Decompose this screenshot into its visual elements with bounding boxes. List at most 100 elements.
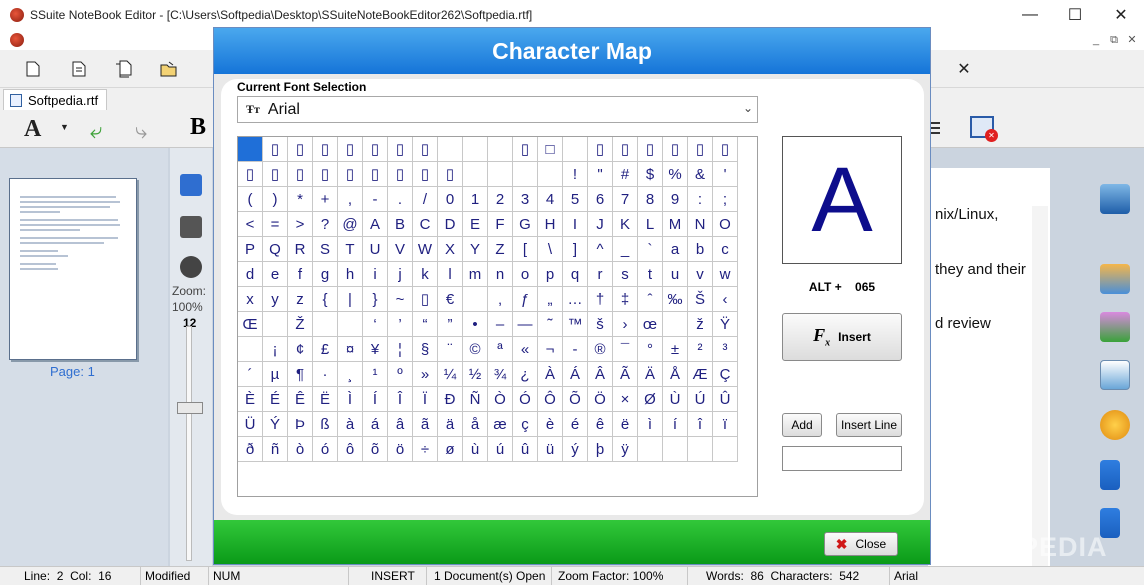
char-cell[interactable]: Û	[713, 387, 738, 412]
char-cell[interactable]: Ý	[263, 412, 288, 437]
char-cell[interactable]: 4	[538, 187, 563, 212]
tab-softpedia-rtf[interactable]: Softpedia.rtf	[3, 89, 107, 111]
char-cell[interactable]: ▯	[363, 137, 388, 162]
insert-image-icon[interactable]	[1100, 312, 1130, 342]
char-cell[interactable]: 5	[563, 187, 588, 212]
char-cell[interactable]: •	[463, 312, 488, 337]
char-cell[interactable]: _	[613, 237, 638, 262]
char-cell[interactable]: ¬	[538, 337, 563, 362]
char-cell[interactable]: ▯	[613, 137, 638, 162]
smiley-icon[interactable]	[1100, 410, 1130, 440]
char-cell[interactable]: c	[713, 237, 738, 262]
char-cell[interactable]: x	[238, 287, 263, 312]
char-cell[interactable]: í	[663, 412, 688, 437]
char-cell[interactable]: Z	[488, 237, 513, 262]
char-cell[interactable]: ˜	[538, 312, 563, 337]
char-cell[interactable]: Ê	[288, 387, 313, 412]
char-cell[interactable]: X	[438, 237, 463, 262]
vertical-scrollbar[interactable]	[1032, 206, 1048, 566]
redo-icon[interactable]: ⤷	[135, 118, 147, 144]
char-cell[interactable]	[638, 437, 663, 462]
char-cell[interactable]: ;	[713, 187, 738, 212]
char-cell[interactable]: ▯	[363, 162, 388, 187]
comments-icon[interactable]	[180, 216, 202, 238]
char-cell[interactable]: ·	[313, 362, 338, 387]
char-cell[interactable]: þ	[588, 437, 613, 462]
char-cell[interactable]: 6	[588, 187, 613, 212]
char-cell[interactable]: m	[463, 262, 488, 287]
char-cell[interactable]: H	[538, 212, 563, 237]
char-cell[interactable]: l	[438, 262, 463, 287]
char-cell[interactable]: Þ	[288, 412, 313, 437]
zoom-slider[interactable]	[186, 326, 192, 561]
char-cell[interactable]: z	[288, 287, 313, 312]
char-cell[interactable]: ‘	[363, 312, 388, 337]
char-cell[interactable]: s	[613, 262, 638, 287]
char-cell[interactable]: º	[388, 362, 413, 387]
char-cell[interactable]: Á	[563, 362, 588, 387]
char-cell[interactable]: ▯	[388, 162, 413, 187]
char-cell[interactable]: À	[538, 362, 563, 387]
char-cell[interactable]: q	[563, 262, 588, 287]
char-cell[interactable]: B	[388, 212, 413, 237]
char-cell[interactable]: 1	[463, 187, 488, 212]
char-cell[interactable]	[538, 162, 563, 187]
new-document-icon[interactable]	[22, 58, 44, 80]
char-cell[interactable]: }	[363, 287, 388, 312]
notepad-icon[interactable]	[1100, 360, 1130, 390]
char-cell[interactable]: 7	[613, 187, 638, 212]
char-cell[interactable]: f	[288, 262, 313, 287]
char-cell[interactable]	[463, 137, 488, 162]
char-cell[interactable]: ù	[463, 437, 488, 462]
char-cell[interactable]: D	[438, 212, 463, 237]
zoom-slider-thumb[interactable]	[177, 402, 203, 414]
char-cell[interactable]	[463, 287, 488, 312]
char-cell[interactable]: ð	[238, 437, 263, 462]
char-cell[interactable]: #	[613, 162, 638, 187]
char-cell[interactable]: ▯	[663, 137, 688, 162]
char-cell[interactable]: R	[288, 237, 313, 262]
char-cell[interactable]: ñ	[263, 437, 288, 462]
char-cell[interactable]: ô	[338, 437, 363, 462]
char-cell[interactable]: »	[413, 362, 438, 387]
char-cell[interactable]: ç	[513, 412, 538, 437]
char-cell[interactable]: Â	[588, 362, 613, 387]
word-art-icon[interactable]	[1100, 264, 1130, 294]
char-cell[interactable]: ÷	[413, 437, 438, 462]
char-cell[interactable]: &	[688, 162, 713, 187]
char-cell[interactable]	[488, 137, 513, 162]
char-cell[interactable]: ▯	[638, 137, 663, 162]
char-cell[interactable]: ▯	[438, 162, 463, 187]
char-cell[interactable]: è	[538, 412, 563, 437]
char-cell[interactable]: -	[363, 187, 388, 212]
char-cell[interactable]: U	[363, 237, 388, 262]
char-cell[interactable]: □	[538, 137, 563, 162]
char-cell[interactable]: ×	[613, 387, 638, 412]
char-cell[interactable]: ¸	[338, 362, 363, 387]
char-cell[interactable]: Ë	[313, 387, 338, 412]
char-cell[interactable]: -	[563, 337, 588, 362]
char-cell[interactable]: ¾	[488, 362, 513, 387]
char-cell[interactable]: ¼	[438, 362, 463, 387]
char-cell[interactable]	[688, 437, 713, 462]
char-cell[interactable]: !	[563, 162, 588, 187]
char-cell[interactable]: ▯	[713, 137, 738, 162]
char-cell[interactable]: L	[638, 212, 663, 237]
char-cell[interactable]: Ä	[638, 362, 663, 387]
char-cell[interactable]: '	[713, 162, 738, 187]
char-cell[interactable]: ´	[238, 362, 263, 387]
char-cell[interactable]: M	[663, 212, 688, 237]
char-cell[interactable]: ó	[313, 437, 338, 462]
char-cell[interactable]: ƒ	[513, 287, 538, 312]
char-cell[interactable]: \	[538, 237, 563, 262]
char-cell[interactable]: Ü	[238, 412, 263, 437]
char-cell[interactable]: G	[513, 212, 538, 237]
font-select[interactable]: Ŧт Arial ⌄	[237, 96, 758, 123]
char-cell[interactable]: Ó	[513, 387, 538, 412]
char-cell[interactable]: A	[363, 212, 388, 237]
char-cell[interactable]: ë	[613, 412, 638, 437]
char-cell[interactable]: ¨	[438, 337, 463, 362]
font-style-button[interactable]: A	[24, 116, 41, 143]
char-cell[interactable]: %	[663, 162, 688, 187]
undo-icon[interactable]: ⤶	[90, 118, 102, 144]
